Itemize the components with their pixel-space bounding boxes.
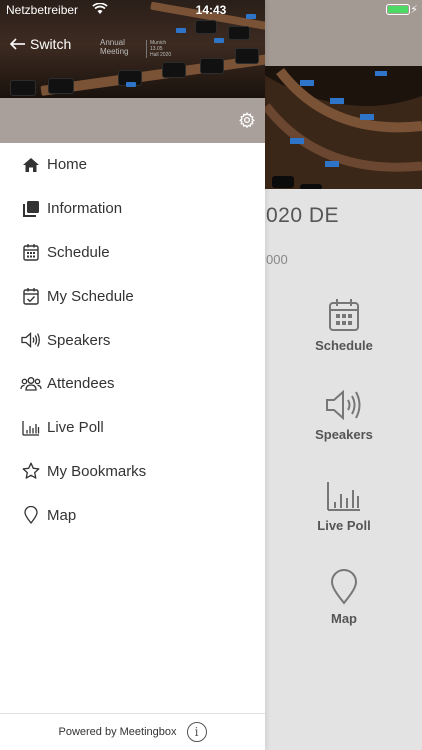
menu-item-attendees[interactable]: Attendees [0, 362, 265, 406]
status-bar: Netzbetreiber 14:43 ⚡ [0, 0, 422, 20]
tile-map[interactable]: Map [266, 569, 422, 626]
event-poster: Annual Meeting [100, 38, 128, 56]
menu-item-label: My Schedule [47, 287, 134, 305]
menu-item-label: Schedule [47, 243, 110, 261]
star-icon [22, 463, 40, 480]
menu-item-map[interactable]: Map [0, 493, 265, 537]
event-poster-details: Munich 13.05 Hall 2020 [146, 40, 171, 58]
drawer-footer: Powered by Meetingbox i [0, 713, 265, 750]
clock: 14:43 [195, 3, 227, 17]
bar-chart-icon [327, 482, 360, 511]
arrow-left-icon [10, 38, 25, 50]
info-icon[interactable]: i [186, 722, 207, 742]
attendees-icon [20, 376, 42, 391]
poster-text: Annual [100, 38, 125, 47]
event-title: 020 DE [266, 204, 340, 227]
menu-item-label: Map [47, 506, 77, 524]
menu-item-my-bookmarks[interactable]: My Bookmarks [0, 450, 265, 494]
menu-item-speakers[interactable]: Speakers [0, 318, 265, 362]
poster-text: Hall 2020 [150, 52, 172, 58]
navigation-drawer: Annual Meeting Munich 13.05 Hall 2020 Sw… [0, 0, 265, 750]
menu-item-my-schedule[interactable]: My Schedule [0, 274, 265, 318]
poster-text: Meeting [100, 47, 129, 56]
menu-item-label: Home [47, 156, 88, 174]
bar-chart-icon [22, 420, 40, 436]
menu-item-label: Speakers [47, 331, 111, 349]
map-pin-icon [24, 506, 38, 525]
speaker-icon [326, 389, 361, 421]
information-icon [23, 200, 39, 217]
tile-schedule[interactable]: Schedule [266, 298, 422, 353]
tile-speakers[interactable]: Speakers [266, 389, 422, 442]
event-subtitle: 000 [266, 252, 288, 267]
drawer-menu: Home Information Schedule My Schedule Sp… [0, 143, 265, 537]
calendar-check-icon [23, 288, 39, 305]
menu-item-label: Attendees [47, 375, 115, 393]
calendar-icon [329, 299, 359, 331]
switch-event-button[interactable]: Switch [10, 36, 71, 52]
charging-icon: ⚡ [410, 4, 418, 16]
powered-by-text: Powered by Meetingbox [58, 726, 177, 738]
menu-item-schedule[interactable]: Schedule [0, 231, 265, 275]
tile-label: Speakers [315, 427, 373, 442]
tile-label: Schedule [315, 338, 373, 353]
menu-item-label: Live Poll [47, 419, 104, 437]
menu-item-information[interactable]: Information [0, 187, 265, 231]
switch-label: Switch [30, 36, 72, 52]
menu-item-label: Information [47, 200, 123, 218]
calendar-icon [23, 244, 39, 262]
tile-live-poll[interactable]: Live Poll [266, 480, 422, 533]
battery-icon [386, 4, 410, 15]
speaker-icon [21, 332, 40, 349]
menu-item-home[interactable]: Home [0, 143, 265, 187]
home-icon [23, 157, 39, 172]
gear-icon[interactable] [239, 112, 255, 128]
drawer-toolbar [0, 98, 265, 143]
menu-item-label: My Bookmarks [47, 462, 147, 480]
menu-item-live-poll[interactable]: Live Poll [0, 406, 265, 450]
tile-label: Live Poll [317, 518, 371, 533]
tile-label: Map [331, 611, 357, 626]
map-pin-icon [330, 569, 358, 605]
